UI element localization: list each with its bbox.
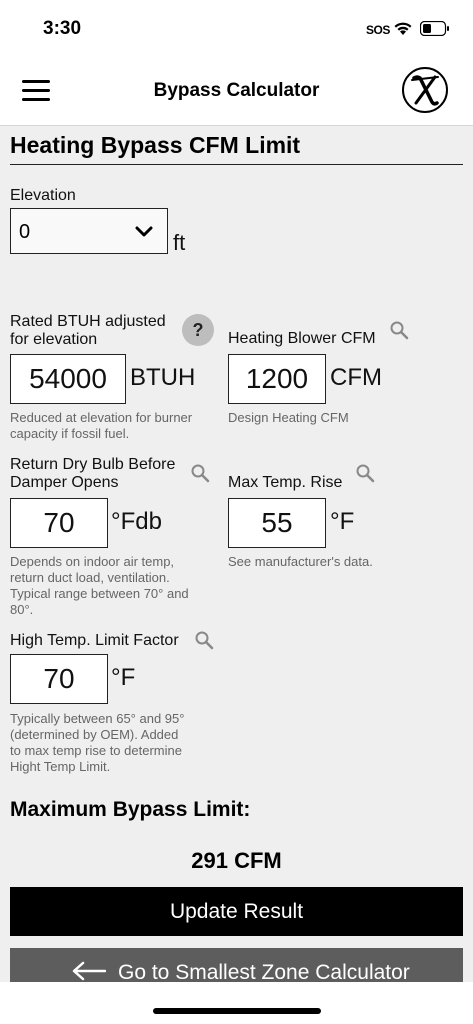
sos-indicator: SOS <box>366 23 390 37</box>
section-title: Heating Bypass CFM Limit <box>10 132 301 158</box>
arrow-left-icon <box>72 961 106 981</box>
return-dry-bulb-input[interactable] <box>10 498 108 548</box>
max-temp-rise-input[interactable] <box>228 498 326 548</box>
smallest-zone-label: Go to Smallest Zone Calculator <box>118 961 410 982</box>
return-dry-bulb-hint: Depends on indoor air temp, return duct … <box>10 554 189 617</box>
elevation-unit: ft <box>173 230 186 255</box>
wifi-icon <box>394 22 412 35</box>
status-bar: 3:30 SOS <box>0 0 473 58</box>
elevation-select[interactable]: 0 <box>10 208 168 254</box>
nav-bar: Bypass Calculator <box>0 58 473 126</box>
search-icon[interactable] <box>190 463 210 483</box>
blower-cfm-input[interactable] <box>228 354 326 404</box>
rated-btuh-input[interactable] <box>10 354 126 404</box>
max-temp-rise-label: Max Temp. Rise <box>228 474 343 491</box>
rated-btuh-label: Rated BTUH adjusted for elevation <box>10 313 166 348</box>
search-icon[interactable] <box>355 463 375 483</box>
blower-cfm-hint: Design Heating CFM <box>228 410 349 425</box>
chevron-down-icon <box>135 226 153 237</box>
max-temp-rise-unit: °F <box>330 508 355 535</box>
home-bar-area <box>0 982 473 1024</box>
battery-icon <box>420 21 449 36</box>
high-temp-limit-input[interactable] <box>10 654 108 704</box>
return-dry-bulb-unit: °Fdb <box>111 508 162 535</box>
high-temp-limit-hint: Typically between 65° and 95° (determine… <box>10 711 185 774</box>
smallest-zone-button[interactable]: Go to Smallest Zone Calculator <box>10 948 463 982</box>
update-result-button[interactable]: Update Result <box>10 887 463 936</box>
help-icon[interactable]: ? <box>182 314 214 346</box>
home-indicator[interactable] <box>153 1008 321 1014</box>
rated-btuh-unit: BTUH <box>130 364 196 391</box>
section-divider <box>10 164 463 165</box>
blower-cfm-unit: CFM <box>330 364 382 391</box>
elevation-label: Elevation <box>10 187 76 204</box>
max-temp-rise-hint: See manufacturer's data. <box>228 554 373 569</box>
calculator-form: Heating Bypass CFM Limit Elevation 0 ft … <box>0 126 473 982</box>
blower-cfm-label: Heating Blower CFM <box>228 330 376 347</box>
status-time: 3:30 <box>43 18 82 39</box>
high-temp-limit-unit: °F <box>111 664 136 691</box>
search-icon[interactable] <box>194 630 214 650</box>
high-temp-limit-label: High Temp. Limit Factor <box>10 632 179 649</box>
return-dry-bulb-label: Return Dry Bulb Before Damper Opens <box>10 456 176 491</box>
result-label: Maximum Bypass Limit: <box>10 798 251 821</box>
rated-btuh-hint: Reduced at elevation for burner capacity … <box>10 410 193 441</box>
result-value: 291 CFM <box>191 848 282 873</box>
elevation-value: 0 <box>19 221 31 243</box>
logo-icon[interactable] <box>401 66 449 114</box>
search-icon[interactable] <box>389 320 409 340</box>
